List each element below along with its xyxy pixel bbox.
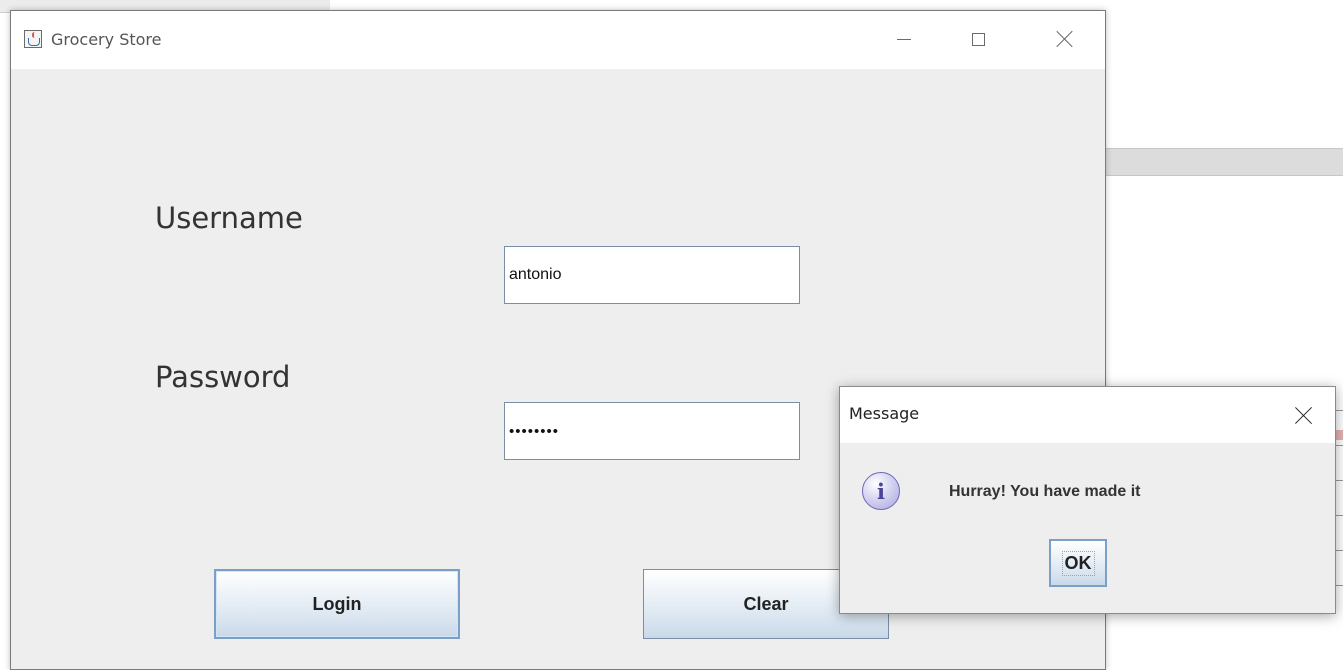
maximize-button[interactable]: [958, 19, 998, 59]
close-icon: [1056, 30, 1074, 48]
info-icon: i: [862, 472, 900, 510]
close-button[interactable]: [1045, 19, 1085, 59]
password-input[interactable]: [504, 402, 800, 460]
ok-button-label: OK: [1061, 550, 1095, 576]
maximize-icon: [971, 32, 985, 46]
login-button[interactable]: Login: [214, 569, 460, 639]
minimize-icon: [897, 38, 911, 40]
dialog-close-button[interactable]: [1287, 398, 1321, 432]
java-icon: [24, 30, 42, 48]
username-label: Username: [155, 201, 303, 235]
minimize-button[interactable]: [884, 19, 924, 59]
dialog-title: Message: [849, 404, 920, 423]
background-table-header: [1106, 148, 1343, 176]
message-dialog: Message i Hurray! You have made it OK: [839, 386, 1336, 614]
window-title: Grocery Store: [51, 30, 162, 49]
dialog-titlebar[interactable]: Message: [840, 387, 1335, 443]
password-label: Password: [155, 360, 291, 394]
window-titlebar[interactable]: Grocery Store: [11, 11, 1105, 69]
dialog-message: Hurray! You have made it: [949, 483, 1141, 500]
background-cell-highlight: [1336, 430, 1343, 440]
login-button-label: Login: [312, 593, 362, 614]
username-input[interactable]: [504, 246, 800, 304]
close-icon: [1295, 406, 1313, 424]
clear-button-label: Clear: [743, 593, 789, 614]
ok-button[interactable]: OK: [1049, 539, 1107, 587]
